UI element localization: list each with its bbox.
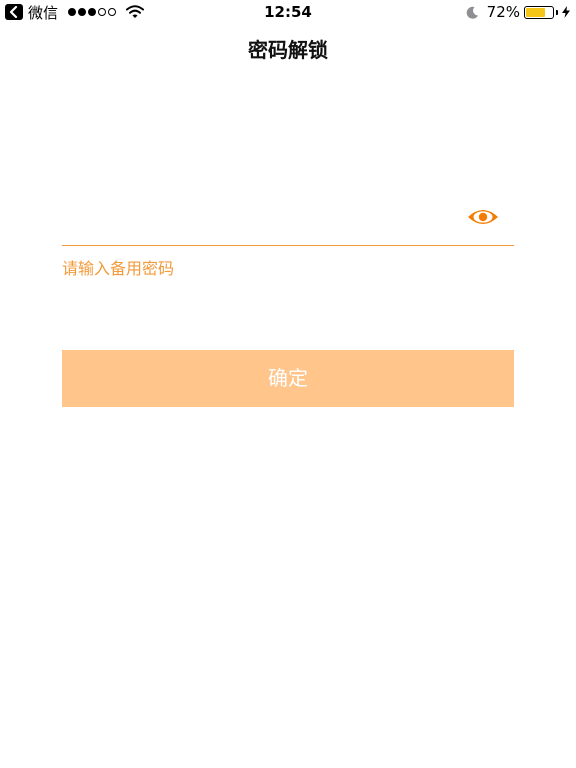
eye-icon[interactable] <box>466 206 500 228</box>
charging-bolt-icon <box>562 6 570 18</box>
screen: 微信 12:54 72% 密码解锁 请输入备用密码 确定 <box>0 0 576 768</box>
password-hint: 请输入备用密码 <box>62 259 175 278</box>
battery-percent: 72% <box>486 3 520 21</box>
battery-level-fill <box>526 7 545 17</box>
status-bar: 微信 12:54 72% <box>0 0 576 24</box>
do-not-disturb-moon-icon <box>466 6 478 19</box>
page-title: 密码解锁 <box>248 38 328 62</box>
battery-tip <box>556 9 558 15</box>
confirm-button[interactable]: 确定 <box>62 350 514 407</box>
password-field <box>62 196 514 246</box>
status-right: 72% <box>466 2 570 22</box>
password-input[interactable] <box>62 202 452 240</box>
battery-icon <box>524 5 554 19</box>
